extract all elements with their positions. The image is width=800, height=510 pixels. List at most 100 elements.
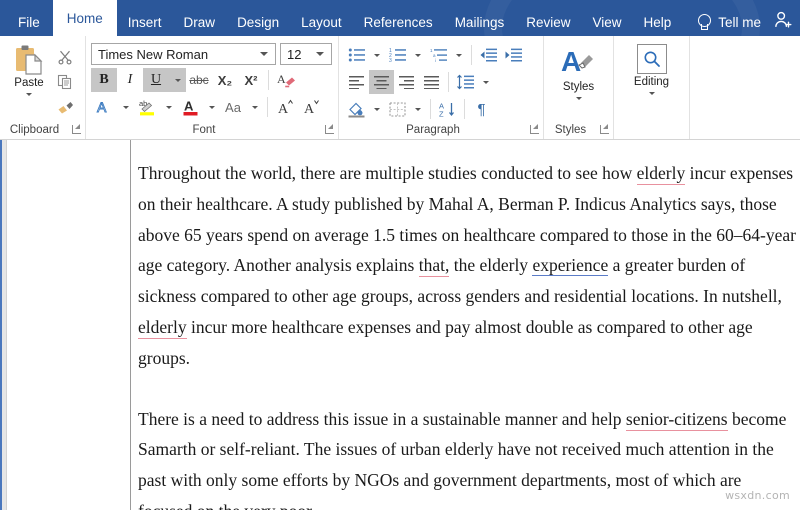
- styles-button[interactable]: A Styles: [550, 42, 608, 100]
- grammar-error-experience[interactable]: experience: [532, 255, 609, 277]
- p1-part5: incur more healthcare expenses and pay a…: [138, 316, 753, 368]
- spelling-error-senior-citizens[interactable]: senior-citizens: [625, 408, 728, 431]
- tab-references-label: References: [363, 14, 433, 30]
- styles-dropdown-caret-icon[interactable]: [575, 97, 582, 100]
- italic-button[interactable]: I: [117, 68, 143, 92]
- numbered-list-button[interactable]: 1 2 3: [385, 43, 410, 67]
- tell-me-search[interactable]: Tell me: [696, 8, 761, 36]
- strikethrough-button[interactable]: abc: [186, 68, 212, 92]
- shading-dropdown[interactable]: [369, 97, 385, 121]
- borders-dropdown[interactable]: [410, 97, 426, 121]
- text-effects-button[interactable]: A: [91, 95, 117, 119]
- editing-dropdown-caret-icon[interactable]: [648, 92, 655, 95]
- paragraph-dialog-launcher-icon[interactable]: [530, 124, 539, 134]
- font-color-dropdown[interactable]: [203, 95, 220, 119]
- bold-label: B: [99, 72, 109, 87]
- svg-text:A: A: [277, 72, 286, 86]
- font-name-chevron-down-icon[interactable]: [260, 52, 268, 56]
- spelling-error-elderly-1[interactable]: elderly: [636, 163, 686, 185]
- font-size-combobox[interactable]: 12: [280, 43, 332, 65]
- justify-button[interactable]: [419, 70, 444, 94]
- increase-indent-icon: [505, 48, 522, 62]
- align-center-button[interactable]: [369, 70, 394, 94]
- superscript-button[interactable]: X²: [238, 68, 264, 92]
- document-page[interactable]: Throughout the world, there are multiple…: [7, 140, 800, 510]
- text-highlight-button[interactable]: ab: [134, 95, 160, 119]
- font-dialog-launcher-icon[interactable]: [325, 124, 334, 134]
- borders-button[interactable]: [385, 97, 410, 121]
- font-name-combobox[interactable]: Times New Roman: [91, 43, 276, 65]
- multilevel-list-icon: 1 a i: [430, 48, 447, 63]
- font-group-label-text: Font: [192, 124, 216, 136]
- decrease-indent-button[interactable]: [476, 43, 501, 67]
- align-left-button[interactable]: [344, 70, 369, 94]
- multilevel-list-button[interactable]: 1 a i: [426, 43, 451, 67]
- multilevel-list-dropdown[interactable]: [451, 43, 467, 67]
- format-painter-button[interactable]: [53, 96, 77, 117]
- styles-dialog-launcher-icon[interactable]: [600, 124, 609, 134]
- clipboard-dialog-launcher-icon[interactable]: [72, 124, 81, 134]
- line-spacing-dropdown[interactable]: [478, 70, 494, 94]
- tab-home[interactable]: Home: [52, 0, 117, 36]
- format-painter-icon: [58, 101, 73, 113]
- numbered-list-dropdown[interactable]: [410, 43, 426, 67]
- tab-home-label: Home: [66, 10, 103, 26]
- tab-layout-label: Layout: [301, 14, 342, 30]
- increase-indent-button[interactable]: [501, 43, 526, 67]
- subscript-button[interactable]: X₂: [212, 68, 238, 92]
- shrink-font-icon: A: [304, 100, 319, 116]
- bullet-list-button[interactable]: [344, 43, 369, 67]
- text-effects-dropdown[interactable]: [117, 95, 134, 119]
- font-size-chevron-down-icon[interactable]: [316, 52, 324, 56]
- paste-dropdown-caret-icon[interactable]: [26, 93, 32, 96]
- change-case-dropdown[interactable]: [246, 95, 263, 119]
- document-body[interactable]: Throughout the world, there are multiple…: [138, 158, 800, 510]
- bold-button[interactable]: B: [91, 68, 117, 92]
- change-case-button[interactable]: Aa: [220, 95, 246, 119]
- share-person-icon[interactable]: [772, 9, 794, 31]
- cut-button[interactable]: [53, 46, 77, 67]
- paragraph-group-label: Paragraph: [339, 121, 543, 139]
- shading-chevron-down-icon: [374, 107, 380, 111]
- underline-dropdown[interactable]: [169, 68, 186, 92]
- spelling-error-elderly-2[interactable]: elderly: [138, 316, 187, 339]
- grow-font-button[interactable]: A: [272, 95, 298, 119]
- styles-group-label: Styles: [544, 121, 613, 139]
- underline-button[interactable]: U: [143, 68, 169, 92]
- sort-button[interactable]: A Z: [435, 97, 460, 121]
- shading-button[interactable]: [344, 97, 369, 121]
- tab-layout[interactable]: Layout: [290, 8, 353, 36]
- tab-review[interactable]: Review: [515, 8, 581, 36]
- tab-design[interactable]: Design: [226, 8, 290, 36]
- tab-mailings[interactable]: Mailings: [444, 8, 516, 36]
- formatting-marks-button[interactable]: ¶: [469, 97, 494, 121]
- align-right-button[interactable]: [394, 70, 419, 94]
- tab-file[interactable]: File: [0, 8, 53, 36]
- paragraph-row3-divider: [430, 99, 431, 119]
- font-row2-divider: [267, 97, 268, 117]
- shrink-font-button[interactable]: A: [298, 95, 324, 119]
- paste-clipboard-icon: [16, 45, 43, 75]
- tab-help[interactable]: Help: [633, 8, 683, 36]
- font-color-icon: A: [183, 98, 197, 115]
- line-spacing-button[interactable]: [453, 70, 478, 94]
- align-center-icon: [374, 76, 389, 89]
- watermark: wsxdn.com: [725, 489, 790, 502]
- paragraph-2[interactable]: There is a need to address this issue in…: [138, 404, 800, 510]
- tab-view[interactable]: View: [581, 8, 632, 36]
- decrease-indent-icon: [480, 48, 497, 62]
- tab-references[interactable]: References: [353, 8, 444, 36]
- font-color-button[interactable]: A: [177, 95, 203, 119]
- spelling-error-that[interactable]: that,: [418, 255, 450, 278]
- bullet-list-dropdown[interactable]: [369, 43, 385, 67]
- clear-formatting-button[interactable]: A: [273, 68, 299, 92]
- paragraph-1[interactable]: Throughout the world, there are multiple…: [138, 158, 800, 374]
- tab-insert[interactable]: Insert: [117, 8, 173, 36]
- editing-button[interactable]: [636, 44, 667, 74]
- copy-button[interactable]: [53, 71, 77, 92]
- text-highlight-dropdown[interactable]: [160, 95, 177, 119]
- font-name-value: Times New Roman: [98, 46, 209, 62]
- paste-button[interactable]: Paste: [5, 42, 53, 96]
- borders-icon: [389, 101, 406, 117]
- tab-draw[interactable]: Draw: [173, 8, 227, 36]
